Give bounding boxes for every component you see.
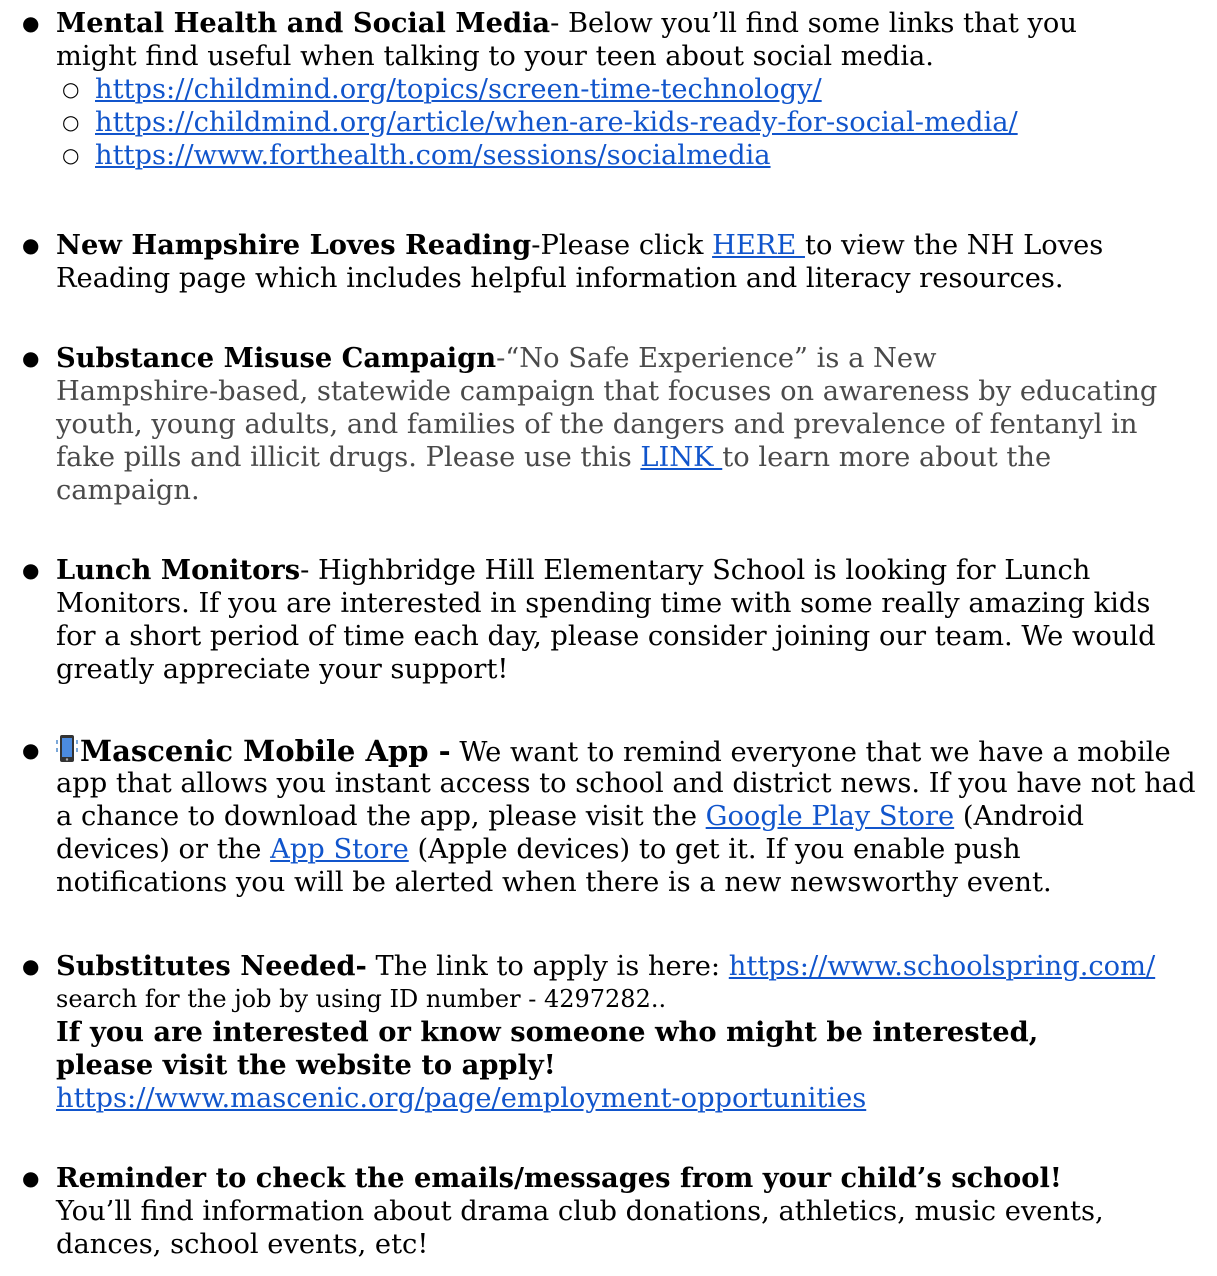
item-text: Monitors. If you are interested in spend… xyxy=(56,588,1151,619)
item-text: Hampshire-based, statewide campaign that… xyxy=(56,376,1158,407)
item-text: dances, school events, etc! xyxy=(56,1229,429,1260)
vibrating-phone-icon xyxy=(56,734,78,764)
item-text: greatly appreciate your support! xyxy=(56,654,509,685)
link-kids-ready-social-media[interactable]: https://childmind.org/article/when-are-k… xyxy=(95,107,1018,138)
item-title: Mental Health and Social Media xyxy=(56,7,551,39)
link-screen-time-technology[interactable]: https://childmind.org/topics/screen-time… xyxy=(95,74,822,105)
item-title: New Hampshire Loves Reading xyxy=(56,229,532,261)
item-text: The link to apply is here: xyxy=(366,951,729,982)
item-text: to learn more about the xyxy=(722,442,1052,473)
resource-link-list: ○ https://childmind.org/topics/screen-tim… xyxy=(0,73,1217,172)
bullet: ● xyxy=(22,1166,40,1190)
item-text: to view the NH Loves xyxy=(804,230,1104,261)
bullet: ● xyxy=(22,954,40,978)
item-text: - Highbridge Hill Elementary School is l… xyxy=(300,555,1091,586)
bullet: ● xyxy=(22,558,40,582)
here-link[interactable]: HERE xyxy=(712,230,805,261)
campaign-link[interactable]: LINK xyxy=(640,442,722,473)
item-text: search for the job by using ID number - … xyxy=(56,985,667,1013)
item-text: You’ll find information about drama club… xyxy=(56,1196,1104,1227)
bullet: ● xyxy=(22,346,40,370)
item-text: app that allows you instant access to sc… xyxy=(56,768,1196,799)
item-text: (Android xyxy=(954,801,1084,832)
item-text: devices) or the xyxy=(56,834,271,865)
item-text: Reading page which includes helpful info… xyxy=(56,263,1064,294)
item-text: campaign. xyxy=(56,475,200,506)
item-text: a chance to download the app, please vis… xyxy=(56,801,706,832)
item-text: - Below you’ll find some links that you xyxy=(550,8,1077,39)
employment-opportunities-link[interactable]: https://www.mascenic.org/page/employment… xyxy=(56,1083,866,1114)
item-text: fake pills and illicit drugs. Please use… xyxy=(56,442,641,473)
sub-list-item: ○ https://childmind.org/topics/screen-tim… xyxy=(0,73,1217,106)
newsletter-page: ● Mental Health and Social Media- Below … xyxy=(0,0,1217,1276)
item-title: Reminder to check the emails/messages fr… xyxy=(56,1162,1062,1194)
item-text: (Apple devices) to get it. If you enable… xyxy=(408,834,1021,865)
sub-list-item: ○ https://childmind.org/article/when-are-… xyxy=(0,106,1217,139)
item-text: -Please click xyxy=(531,230,713,261)
item-text: notifications you will be alerted when t… xyxy=(56,867,1052,898)
item-title: Mascenic Mobile App - xyxy=(80,734,451,768)
item-title: Substitutes Needed- xyxy=(56,950,367,982)
apply-callout: please visit the website to apply! xyxy=(56,1049,556,1081)
sub-list-item: ○ https://www.forthealth.com/sessions/soc… xyxy=(0,139,1217,172)
apply-callout: If you are interested or know someone wh… xyxy=(56,1016,1039,1048)
bullet: ● xyxy=(22,738,40,762)
link-forthealth-socialmedia[interactable]: https://www.forthealth.com/sessions/soci… xyxy=(95,140,771,171)
sub-bullet: ○ xyxy=(62,110,80,134)
schoolspring-link[interactable]: https://www.schoolspring.com/ xyxy=(729,951,1155,982)
item-text: -“No Safe Experience” is a New xyxy=(496,343,937,374)
bullet: ● xyxy=(22,233,40,257)
app-store-link[interactable]: App Store xyxy=(270,834,409,865)
item-text: We want to remind everyone that we have … xyxy=(450,737,1171,768)
item-text: for a short period of time each day, ple… xyxy=(56,621,1156,652)
item-text: might find useful when talking to your t… xyxy=(56,41,934,72)
sub-bullet: ○ xyxy=(62,77,80,101)
item-title: Lunch Monitors xyxy=(56,554,301,586)
item-title: Substance Misuse Campaign xyxy=(56,342,497,374)
sub-bullet: ○ xyxy=(62,143,80,167)
bullet: ● xyxy=(22,11,40,35)
item-text: youth, young adults, and families of the… xyxy=(56,409,1138,440)
google-play-store-link[interactable]: Google Play Store xyxy=(706,801,954,832)
